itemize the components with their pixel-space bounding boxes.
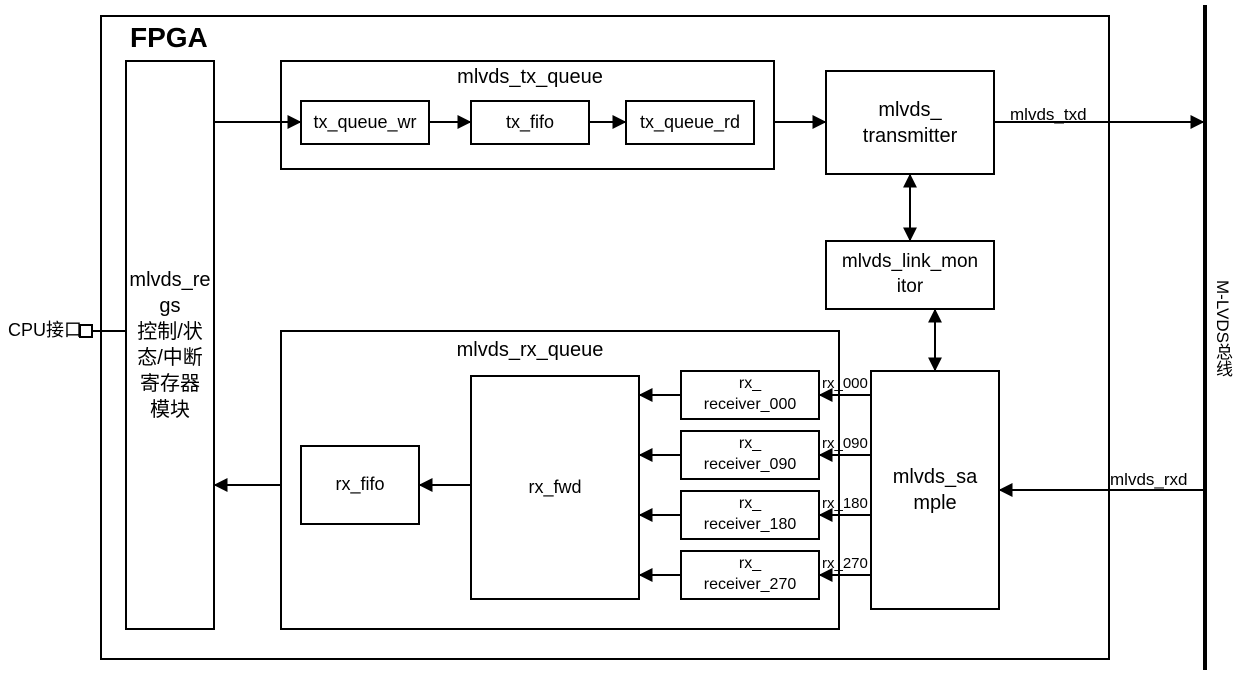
- sample-block: mlvds_sa mple: [870, 370, 1000, 610]
- rx-receiver-090: rx_ receiver_090: [680, 430, 820, 480]
- rx-receiver-180-label: rx_ receiver_180: [704, 494, 797, 536]
- sample-label: mlvds_sa mple: [893, 464, 977, 516]
- cpu-port-label: CPU接口: [8, 320, 82, 342]
- tx-queue-rd-label: tx_queue_rd: [640, 111, 740, 134]
- transmitter-block: mlvds_ transmitter: [825, 70, 995, 175]
- rx-fwd-label: rx_fwd: [528, 476, 581, 499]
- rx-000-label: rx_000: [822, 375, 868, 393]
- tx-fifo: tx_fifo: [470, 100, 590, 145]
- tx-fifo-label: tx_fifo: [506, 111, 554, 134]
- rxd-label: mlvds_rxd: [1110, 470, 1187, 490]
- rx-receiver-270: rx_ receiver_270: [680, 550, 820, 600]
- tx-queue-wr: tx_queue_wr: [300, 100, 430, 145]
- rx-receiver-000: rx_ receiver_000: [680, 370, 820, 420]
- regs-block-label: mlvds_re gs 控制/状 态/中断 寄存器 模块: [129, 267, 210, 423]
- fpga-title: FPGA: [130, 22, 208, 54]
- txd-label: mlvds_txd: [1010, 105, 1087, 125]
- rx-queue-title: mlvds_rx_queue: [430, 338, 630, 362]
- rx-090-label: rx_090: [822, 435, 868, 453]
- rx-fifo: rx_fifo: [300, 445, 420, 525]
- rx-receiver-090-label: rx_ receiver_090: [704, 434, 797, 476]
- rx-fifo-label: rx_fifo: [335, 473, 384, 496]
- link-monitor-label: mlvds_link_mon itor: [842, 250, 978, 299]
- transmitter-label: mlvds_ transmitter: [863, 97, 957, 149]
- rx-180-label: rx_180: [822, 495, 868, 513]
- rx-receiver-000-label: rx_ receiver_000: [704, 374, 797, 416]
- rx-270-label: rx_270: [822, 555, 868, 573]
- tx-queue-rd: tx_queue_rd: [625, 100, 755, 145]
- mlvds-bus-line: [1203, 5, 1207, 670]
- tx-queue-title: mlvds_tx_queue: [430, 65, 630, 89]
- link-monitor-block: mlvds_link_mon itor: [825, 240, 995, 310]
- rx-receiver-180: rx_ receiver_180: [680, 490, 820, 540]
- rx-receiver-270-label: rx_ receiver_270: [704, 554, 797, 596]
- regs-block: mlvds_re gs 控制/状 态/中断 寄存器 模块: [125, 60, 215, 630]
- mlvds-bus-label: M-LVDS总线: [1210, 280, 1235, 377]
- rx-fwd: rx_fwd: [470, 375, 640, 600]
- tx-queue-wr-label: tx_queue_wr: [313, 111, 416, 134]
